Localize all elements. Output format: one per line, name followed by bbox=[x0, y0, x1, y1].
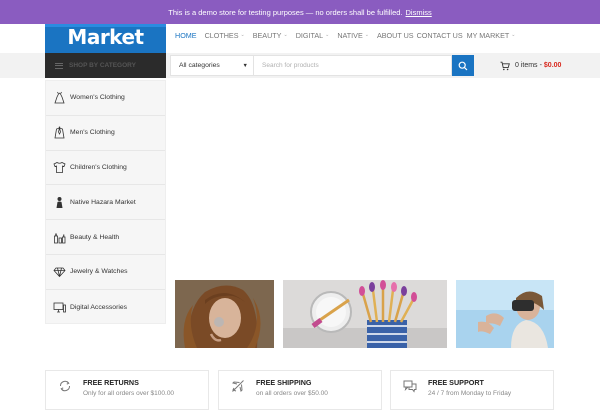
nav-label: MY MARKET bbox=[466, 30, 510, 40]
sidebar-item-mens-clothing[interactable]: Men's Clothing bbox=[46, 116, 165, 151]
chevron-down-icon: ⌄ bbox=[364, 32, 369, 38]
sidebar-item-label: Digital Accessories bbox=[70, 303, 128, 311]
sidebar-item-beauty-health[interactable]: Beauty & Health bbox=[46, 220, 165, 255]
feature-free-shipping: FREE SHIPPING on all orders over $50.00 bbox=[218, 370, 382, 410]
cart-summary[interactable]: 0 items - $0.00 bbox=[500, 58, 561, 73]
plane-icon bbox=[232, 380, 244, 392]
nav-item-digital[interactable]: DIGITAL ⌄ bbox=[296, 31, 330, 40]
cart-separator: - bbox=[539, 62, 542, 69]
search-icon bbox=[458, 61, 468, 70]
cart-item-count: 0 items bbox=[515, 62, 538, 69]
nav-item-contact-us[interactable]: CONTACT US bbox=[417, 31, 463, 40]
search-button[interactable] bbox=[452, 55, 474, 76]
sidebar-item-label: Jewelry & Watches bbox=[70, 268, 128, 276]
suit-icon bbox=[52, 126, 66, 140]
chevron-down-icon: ⌄ bbox=[325, 32, 330, 38]
feature-free-support: FREE SUPPORT 24 / 7 from Monday to Frida… bbox=[390, 370, 554, 410]
sidebar-item-label: Children's Clothing bbox=[70, 163, 127, 171]
nav-item-clothes[interactable]: CLOTHES ⌄ bbox=[205, 31, 245, 40]
nav-item-my-market[interactable]: MY MARKET ⌄ bbox=[467, 31, 516, 40]
nav-label: ABOUT US bbox=[376, 30, 414, 40]
nav-label: HOME bbox=[175, 30, 197, 40]
chevron-down-icon: ⌄ bbox=[511, 32, 516, 38]
category-select-value: All categories bbox=[179, 62, 220, 69]
nav-item-native[interactable]: NATIVE ⌄ bbox=[337, 31, 369, 40]
menu-icon bbox=[55, 62, 63, 69]
store-notice-text: This is a demo store for testing purpose… bbox=[168, 7, 403, 17]
shop-by-category-label: SHOP BY CATEGORY bbox=[69, 62, 136, 69]
feature-description: 24 / 7 from Monday to Friday bbox=[428, 390, 512, 397]
category-sidebar: Women's Clothing Men's Clothing Children… bbox=[45, 80, 166, 324]
dress-icon bbox=[52, 91, 66, 105]
diamond-icon bbox=[52, 265, 66, 279]
sidebar-item-label: Men's Clothing bbox=[70, 129, 115, 137]
nav-label: CLOTHES bbox=[204, 30, 239, 40]
nav-item-beauty[interactable]: BEAUTY ⌄ bbox=[253, 31, 288, 40]
shop-by-category-button[interactable]: SHOP BY CATEGORY bbox=[45, 53, 166, 78]
computer-icon bbox=[52, 300, 66, 314]
nav-item-about-us[interactable]: ABOUT US bbox=[377, 31, 414, 40]
nav-item-home[interactable]: HOME bbox=[175, 31, 197, 40]
chevron-down-icon: ⌄ bbox=[240, 32, 245, 38]
feature-description: Only for all orders over $100.00 bbox=[83, 390, 175, 397]
nav-label: DIGITAL bbox=[295, 30, 324, 40]
nav-label: NATIVE bbox=[337, 30, 363, 40]
nav-label: CONTACT US bbox=[416, 30, 463, 40]
sidebar-item-label: Beauty & Health bbox=[70, 233, 120, 241]
sidebar-item-native-hazara-market[interactable]: Native Hazara Market bbox=[46, 185, 165, 221]
cart-total: $0.00 bbox=[543, 62, 562, 69]
cosmetics-icon bbox=[52, 230, 66, 244]
feature-title: FREE SUPPORT bbox=[428, 378, 484, 387]
feature-title: FREE SHIPPING bbox=[256, 378, 312, 387]
search-input[interactable] bbox=[254, 55, 452, 76]
feature-free-returns: FREE RETURNS Only for all orders over $1… bbox=[45, 370, 209, 410]
sidebar-item-digital-accessories[interactable]: Digital Accessories bbox=[46, 290, 165, 325]
sidebar-item-jewelry-watches[interactable]: Jewelry & Watches bbox=[46, 255, 165, 290]
promo-image-woman bbox=[175, 280, 274, 348]
category-select[interactable]: All categories ▼ bbox=[170, 55, 254, 76]
native-figure-icon bbox=[52, 195, 66, 209]
sidebar-item-childrens-clothing[interactable]: Children's Clothing bbox=[46, 151, 165, 186]
site-logo[interactable]: Market bbox=[45, 24, 166, 53]
caret-down-icon: ▼ bbox=[242, 63, 248, 69]
cart-icon bbox=[500, 61, 510, 70]
promo-image-vr bbox=[456, 280, 554, 348]
nav-label: BEAUTY bbox=[252, 30, 282, 40]
promo-banner-vr-headset[interactable] bbox=[456, 280, 554, 348]
kids-shirt-icon bbox=[52, 160, 66, 174]
dismiss-link[interactable]: Dismiss bbox=[406, 8, 432, 17]
sidebar-item-womens-clothing[interactable]: Women's Clothing bbox=[46, 81, 165, 116]
sidebar-item-label: Native Hazara Market bbox=[70, 198, 136, 206]
logo-text: Market bbox=[67, 25, 144, 49]
feature-title: FREE RETURNS bbox=[83, 378, 139, 387]
main-navigation: HOME CLOTHES ⌄ BEAUTY ⌄ DIGITAL ⌄ NATIVE ⌄ A… bbox=[175, 24, 523, 46]
feature-description: on all orders over $50.00 bbox=[256, 390, 328, 397]
store-notice-bar: This is a demo store for testing purpose… bbox=[0, 0, 600, 24]
returns-icon bbox=[59, 380, 71, 392]
chat-icon bbox=[403, 380, 417, 393]
promo-image-brushes bbox=[283, 280, 447, 348]
promo-banner-beauty[interactable] bbox=[175, 280, 274, 348]
promo-banner-makeup-brushes[interactable] bbox=[283, 280, 447, 348]
chevron-down-icon: ⌄ bbox=[283, 32, 288, 38]
sidebar-item-label: Women's Clothing bbox=[70, 94, 125, 102]
